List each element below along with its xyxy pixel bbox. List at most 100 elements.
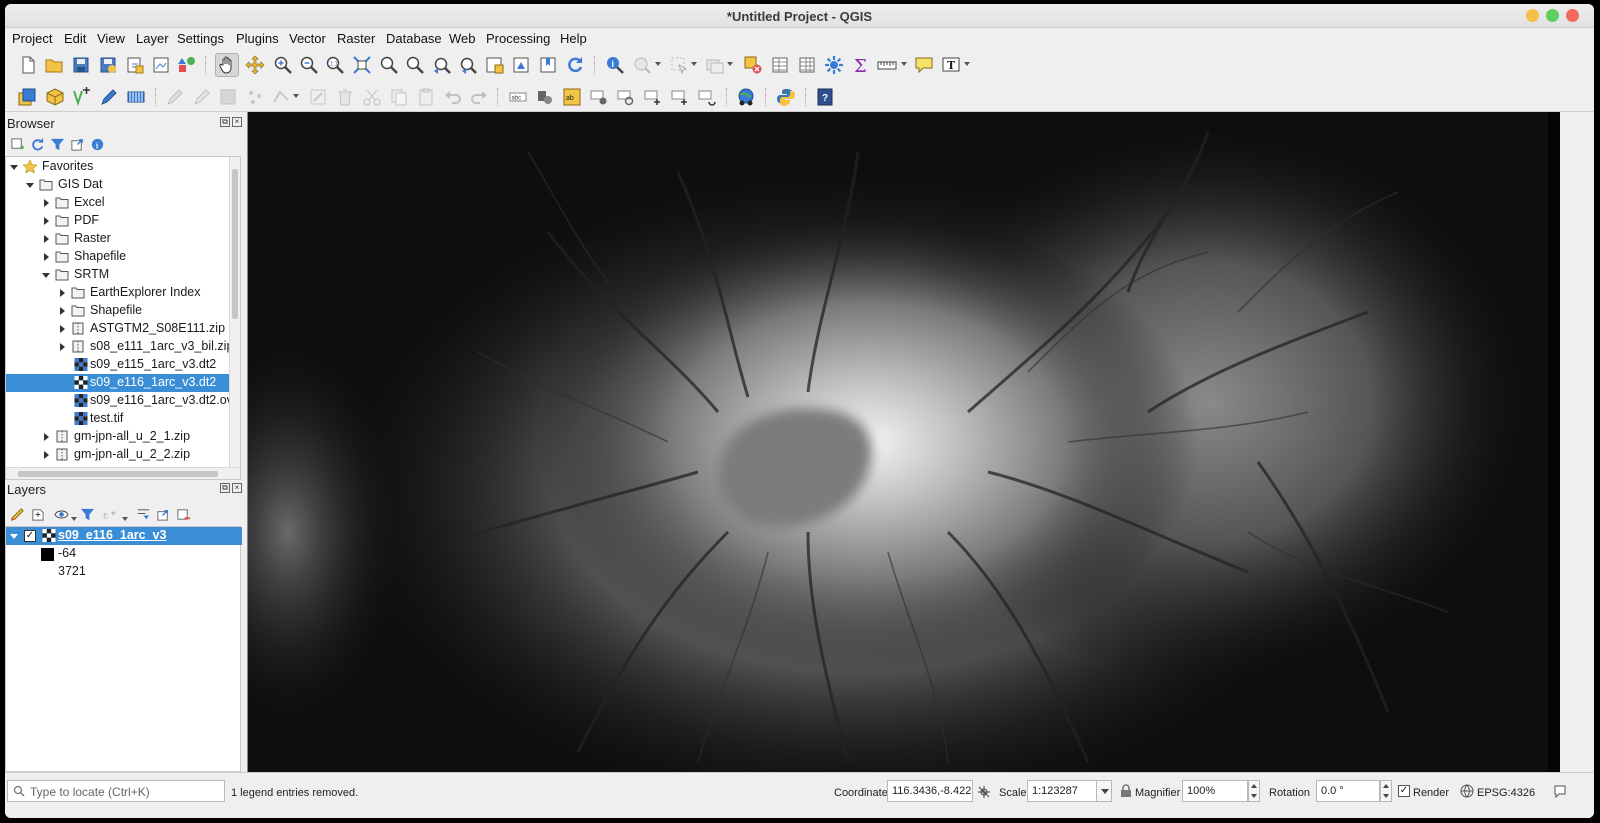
add-point-icon[interactable] — [245, 87, 265, 107]
data-source-manager-icon[interactable] — [18, 87, 38, 107]
tree-item-s09-e116-dt2[interactable]: s09_e116_1arc_v3.dt2 — [6, 374, 230, 392]
filter-browser-icon[interactable] — [49, 136, 65, 152]
messages-icon[interactable] — [1553, 784, 1567, 798]
scale-dropdown-button[interactable] — [1096, 780, 1112, 802]
statistical-summary-icon[interactable]: Σ — [851, 55, 871, 75]
undo-icon[interactable] — [443, 87, 463, 107]
map-canvas[interactable] — [247, 112, 1560, 772]
print-layout-icon[interactable] — [151, 55, 171, 75]
help-contents-icon[interactable]: ? — [815, 87, 835, 107]
copy-features-icon[interactable] — [389, 87, 409, 107]
tree-item-s09-e115-dt2[interactable]: s09_e115_1arc_v3.dt2 — [6, 356, 230, 374]
refresh-icon[interactable] — [565, 55, 585, 75]
new-3d-view-icon[interactable] — [511, 55, 531, 75]
rotation-field[interactable]: 0.0 ° — [1316, 780, 1380, 802]
refresh-browser-icon[interactable] — [29, 136, 45, 152]
tree-item-shapefile-sub[interactable]: Shapefile — [6, 302, 230, 320]
tree-item-earthexplorer-index[interactable]: EarthExplorer Index — [6, 284, 230, 302]
tree-item-shapefile[interactable]: Shapefile — [6, 248, 230, 266]
zoom-to-selection-icon[interactable] — [379, 55, 399, 75]
magnifier-spinner[interactable] — [1248, 780, 1260, 802]
field-calculator-icon[interactable] — [797, 55, 817, 75]
select-by-value-icon[interactable] — [705, 55, 725, 75]
save-as-icon[interactable] — [98, 55, 118, 75]
pan-map-icon[interactable] — [215, 53, 239, 77]
menu-settings[interactable]: Settings — [177, 31, 224, 46]
close-panel-icon[interactable]: × — [232, 483, 242, 493]
new-geopackage-icon[interactable] — [45, 87, 65, 107]
lock-icon[interactable] — [1119, 784, 1133, 798]
cut-features-icon[interactable] — [362, 87, 382, 107]
tree-item-pdf[interactable]: PDF — [6, 212, 230, 230]
filter-legend-icon[interactable] — [79, 506, 95, 522]
zoom-next-icon[interactable] — [458, 55, 478, 75]
zoom-out-icon[interactable] — [299, 55, 319, 75]
manage-map-themes-icon[interactable] — [53, 506, 69, 522]
map-tips-icon[interactable] — [914, 55, 934, 75]
zoom-in-icon[interactable] — [273, 55, 293, 75]
zoom-full-icon[interactable] — [352, 55, 372, 75]
browser-horizontal-scrollbar[interactable] — [6, 467, 240, 479]
rotate-label-icon[interactable] — [697, 87, 717, 107]
menu-layer[interactable]: Layer — [136, 31, 169, 46]
menu-database[interactable]: Database — [386, 31, 442, 46]
tree-item-gis-dat[interactable]: GIS Dat — [6, 176, 230, 194]
locator-search-input[interactable]: Type to locate (Ctrl+K) — [7, 780, 225, 802]
modify-attributes-icon[interactable] — [308, 87, 328, 107]
properties-icon[interactable]: i — [89, 136, 105, 152]
tree-item-excel[interactable]: Excel — [6, 194, 230, 212]
label-toolbar-icon[interactable]: abc — [508, 87, 528, 107]
browser-vertical-scrollbar[interactable] — [229, 157, 240, 467]
menu-vector[interactable]: Vector — [289, 31, 326, 46]
browser-tree[interactable]: Favorites GIS Dat Excel PDF Raster Shape… — [5, 156, 241, 480]
deselect-all-icon[interactable] — [743, 55, 763, 75]
toggle-editing-icon[interactable] — [191, 87, 211, 107]
menu-plugins[interactable]: Plugins — [236, 31, 279, 46]
remove-layer-icon[interactable] — [175, 506, 191, 522]
revert-project-icon[interactable] — [125, 55, 145, 75]
layer-labeling-icon[interactable] — [535, 87, 555, 107]
crs-label[interactable]: EPSG:4326 — [1477, 787, 1535, 799]
style-manager-icon[interactable] — [177, 55, 197, 75]
move-label-icon[interactable] — [670, 87, 690, 107]
menu-processing[interactable]: Processing — [486, 31, 550, 46]
tree-item-raster[interactable]: Raster — [6, 230, 230, 248]
layers-tree[interactable]: ✓ s09_e116_1arc_v3 -64 3721 — [5, 526, 242, 772]
menu-raster[interactable]: Raster — [337, 31, 375, 46]
new-map-view-icon[interactable] — [485, 55, 505, 75]
render-checkbox[interactable]: ✓ — [1398, 785, 1410, 797]
zoom-last-icon[interactable] — [432, 55, 452, 75]
tree-item-srtm[interactable]: SRTM — [6, 266, 230, 284]
digitize-icon[interactable] — [99, 87, 119, 107]
scale-field[interactable]: 1:123287 — [1027, 780, 1097, 802]
menu-help[interactable]: Help — [560, 31, 587, 46]
temporary-layer-icon[interactable] — [126, 87, 146, 107]
menu-project[interactable]: Project — [12, 31, 52, 46]
tree-item-s09-e116-ovr[interactable]: s09_e116_1arc_v3.dt2.ovr — [6, 392, 237, 410]
maximize-button[interactable] — [1546, 9, 1559, 22]
minimize-button[interactable] — [1526, 9, 1539, 22]
globe-plugin-icon[interactable] — [736, 87, 756, 107]
tree-item-gm-jpn-2-2[interactable]: gm-jpn-all_u_2_2.zip — [6, 446, 230, 464]
filter-by-expression-icon[interactable]: ε — [101, 506, 117, 522]
add-vector-layer-icon[interactable] — [72, 87, 92, 107]
zoom-native-icon[interactable]: 1:1 — [325, 55, 345, 75]
add-selected-layers-icon[interactable] — [9, 136, 25, 152]
close-panel-icon[interactable]: × — [232, 117, 242, 127]
tree-item-favorites[interactable]: Favorites — [6, 158, 230, 176]
pin-labels-icon[interactable] — [616, 87, 636, 107]
pan-to-selection-icon[interactable] — [245, 55, 265, 75]
measure-icon[interactable] — [877, 55, 897, 75]
layer-row[interactable]: ✓ s09_e116_1arc_v3 — [6, 527, 242, 545]
identify-icon[interactable]: i — [605, 55, 625, 75]
vertex-tool-icon[interactable] — [271, 87, 291, 107]
expand-all-icon[interactable] — [135, 506, 151, 522]
crs-globe-icon[interactable] — [1460, 784, 1474, 798]
open-layer-styling-icon[interactable] — [9, 506, 25, 522]
add-group-icon[interactable] — [29, 506, 45, 522]
attribute-table-icon[interactable] — [770, 55, 790, 75]
paste-features-icon[interactable] — [416, 87, 436, 107]
rotation-spinner[interactable] — [1380, 780, 1392, 802]
menu-edit[interactable]: Edit — [64, 31, 86, 46]
menu-web[interactable]: Web — [449, 31, 476, 46]
